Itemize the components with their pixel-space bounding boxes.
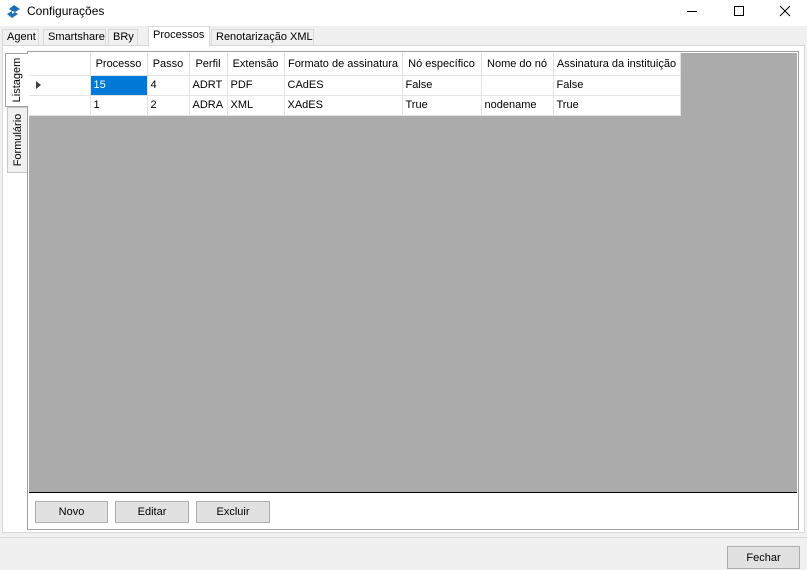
table-cell[interactable]: False [402,75,482,96]
table-cell[interactable]: XML [227,95,285,116]
column-header-processo[interactable]: Processo [90,53,148,76]
row-pointer-icon [36,81,41,89]
window-title: Configurações [27,4,105,18]
close-icon [779,5,791,17]
footer-divider [0,537,807,538]
table-cell[interactable]: 1 [90,95,148,116]
table-cell[interactable]: ADRA [189,95,228,116]
side-tab-listagem[interactable]: Listagem [5,53,28,107]
column-header-assinatura-instituicao[interactable]: Assinatura da instituição [553,53,681,76]
table-cell[interactable]: XAdES [284,95,403,116]
table-cell[interactable]: False [553,75,681,96]
title-bar: Configurações [0,0,807,26]
column-header-extensao[interactable]: Extensão [227,53,285,76]
close-button[interactable] [762,0,807,22]
table-cell[interactable]: True [402,95,482,116]
row-header[interactable] [29,95,91,116]
excluir-button[interactable]: Excluir [196,501,270,523]
column-header-nome-no[interactable]: Nome do nó [481,53,554,76]
tab-bry[interactable]: BRy [108,29,138,46]
grid-corner-cell[interactable] [29,53,91,76]
table-cell[interactable]: nodename [481,95,554,116]
table-row[interactable]: 15 4 ADRT PDF CAdES False False [29,75,681,96]
row-header[interactable] [29,75,91,96]
column-header-no-especifico[interactable]: Nó específico [402,53,482,76]
table-row[interactable]: 1 2 ADRA XML XAdES True nodename True [29,95,681,116]
column-header-perfil[interactable]: Perfil [189,53,228,76]
tab-processos[interactable]: Processos [148,26,210,47]
tab-renotarizacao-xml[interactable]: Renotarização XML [211,29,314,46]
processes-table: Processo Passo Perfil Extensão Formato d… [29,53,681,116]
tab-agent[interactable]: Agent [2,29,39,46]
tab-bar: Agent Smartshare BRy Processos Renotariz… [0,26,807,47]
editar-button[interactable]: Editar [115,501,189,523]
minimize-icon [687,11,697,12]
table-cell[interactable]: PDF [227,75,285,96]
maximize-button[interactable] [716,0,762,22]
app-logo-icon [7,5,20,18]
table-cell[interactable]: 4 [147,75,190,96]
table-cell[interactable]: 2 [147,95,190,116]
side-tab-listagem-label: Listagem [11,57,23,103]
column-header-formato-assinatura[interactable]: Formato de assinatura [284,53,403,76]
side-tab-formulario[interactable]: Formulário [7,107,27,173]
side-tab-formulario-label: Formulário [11,113,24,167]
tab-smartshare[interactable]: Smartshare [43,29,106,46]
novo-button[interactable]: Novo [35,501,108,523]
table-cell[interactable]: ADRT [189,75,228,96]
table-header-row: Processo Passo Perfil Extensão Formato d… [29,53,681,76]
fechar-button[interactable]: Fechar [727,546,800,569]
maximize-icon [734,6,744,16]
table-cell[interactable] [481,75,554,96]
table-cell[interactable]: 15 [90,75,148,96]
minimize-button[interactable] [669,0,715,22]
column-header-passo[interactable]: Passo [147,53,190,76]
table-cell[interactable]: CAdES [284,75,403,96]
table-cell[interactable]: True [553,95,681,116]
processes-grid[interactable]: Processo Passo Perfil Extensão Formato d… [29,53,797,493]
